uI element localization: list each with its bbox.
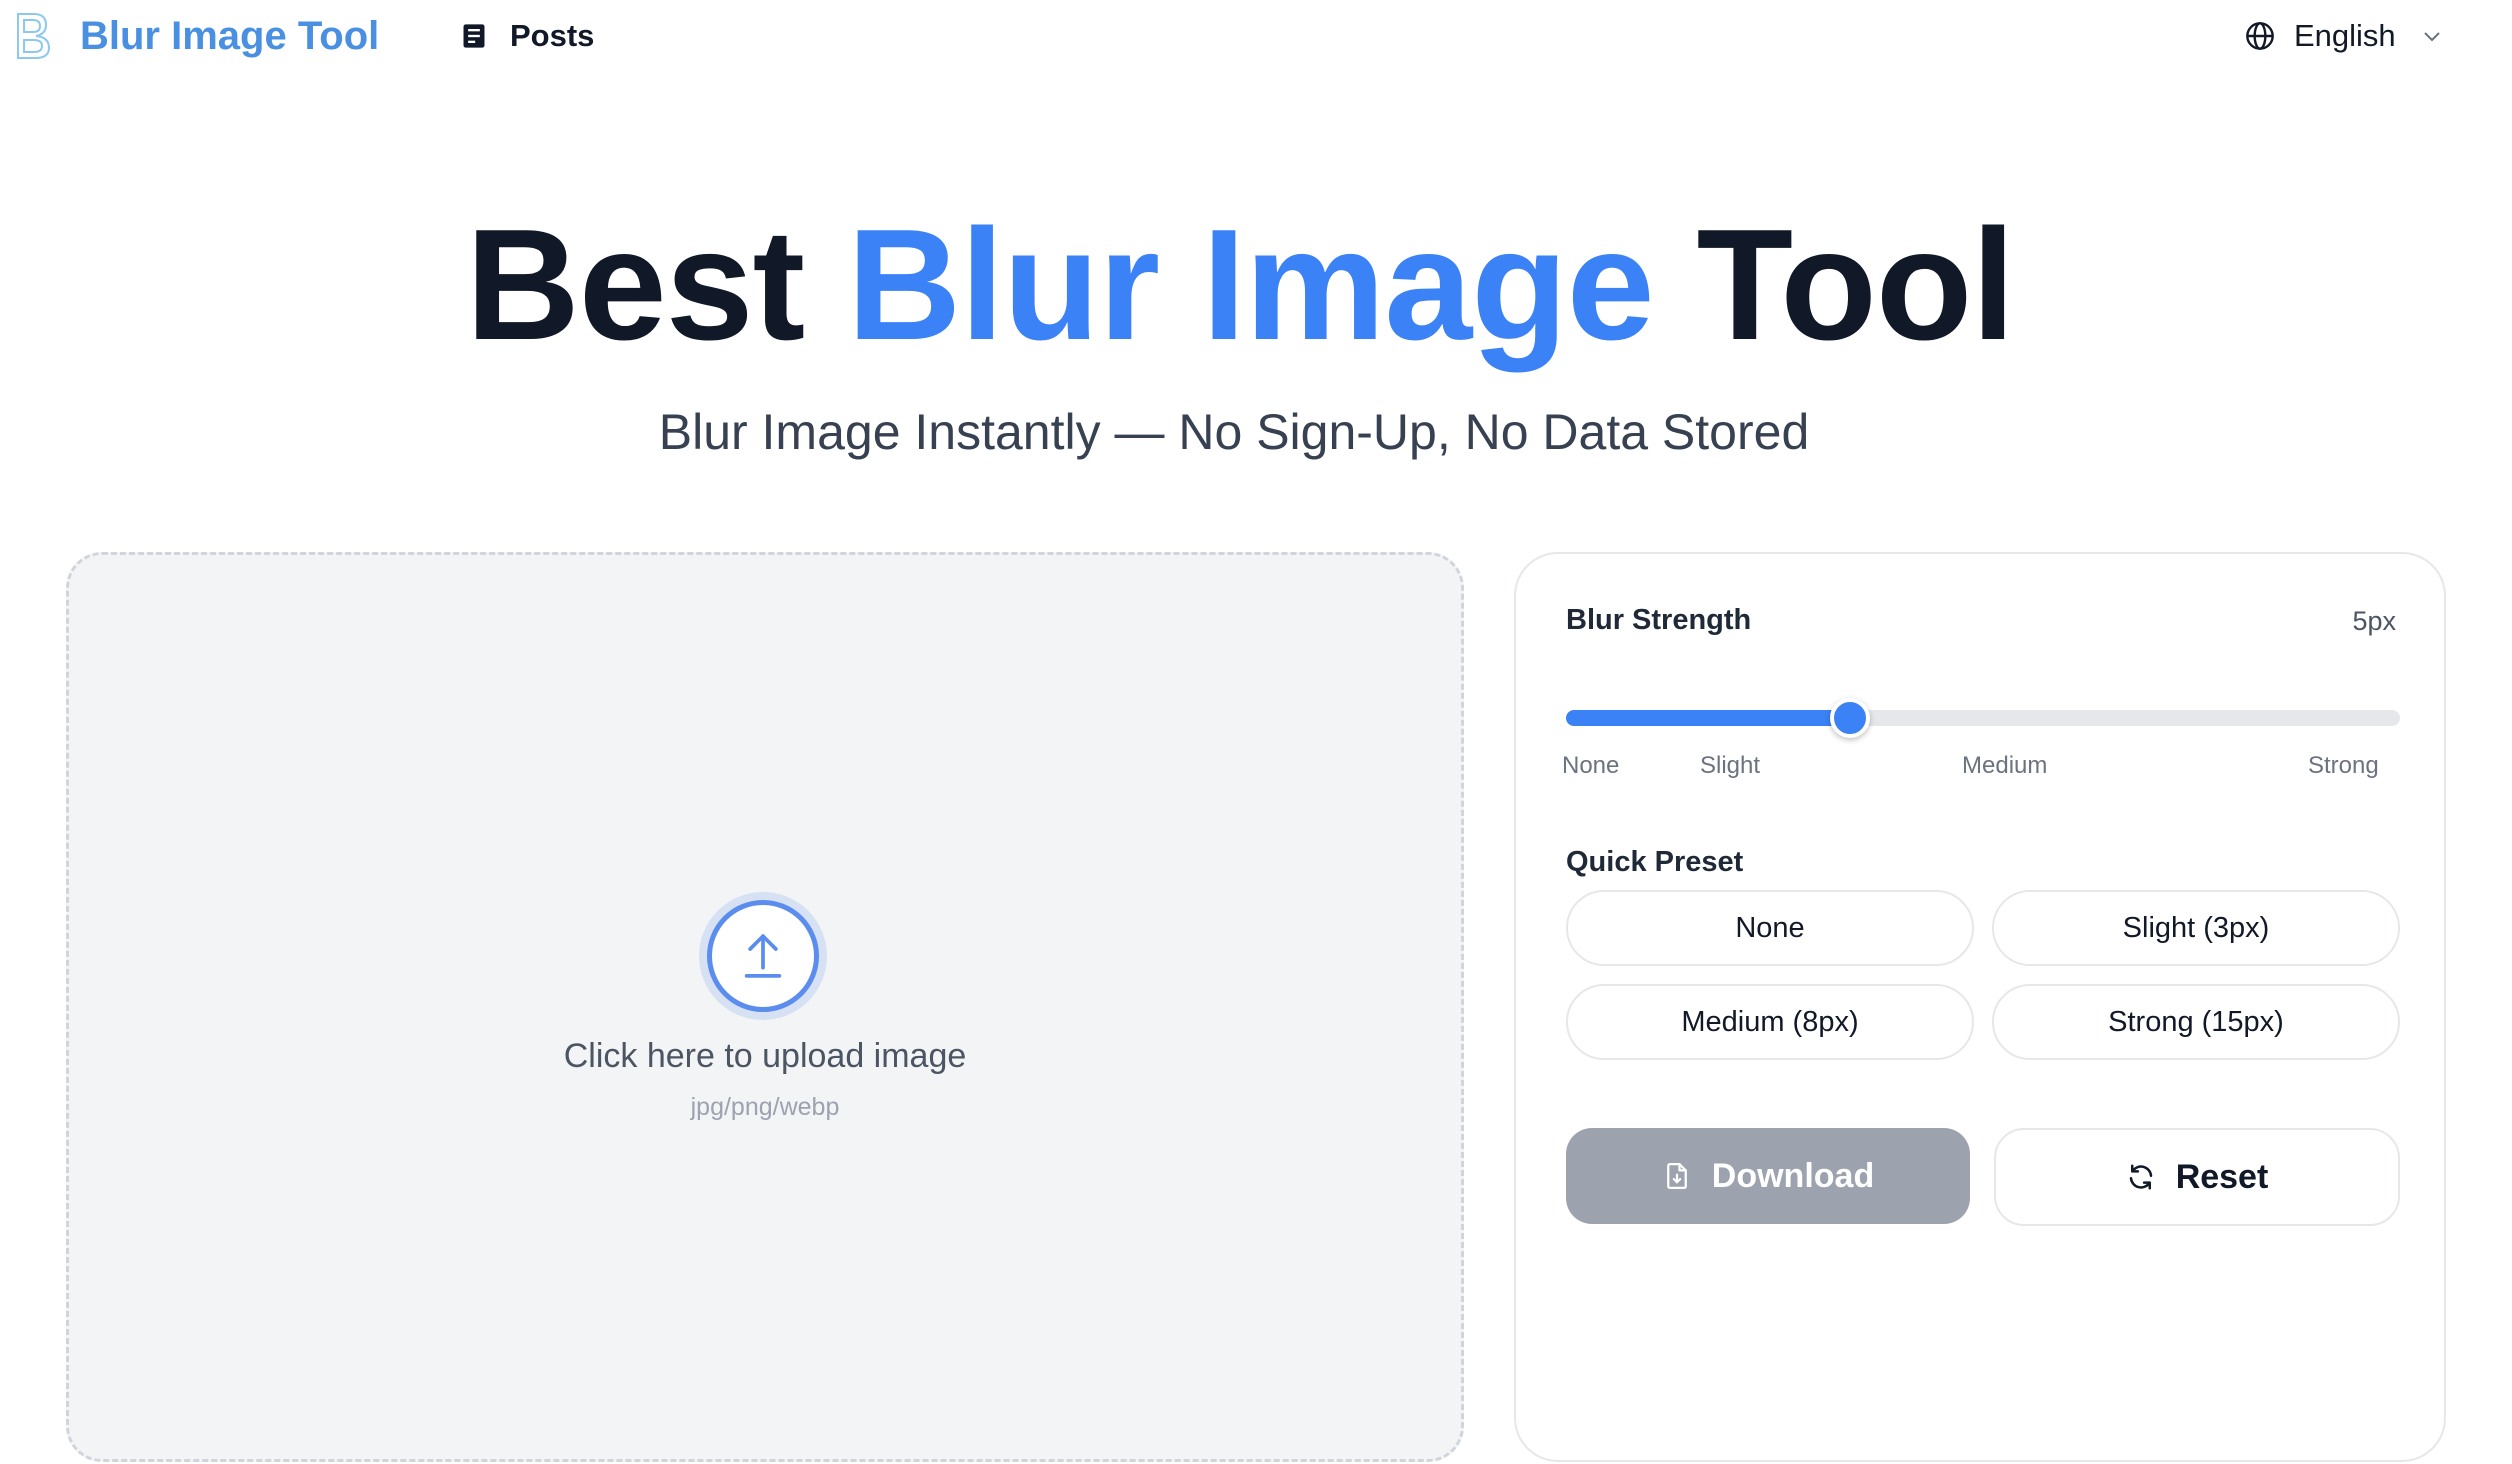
file-download-icon <box>1666 1163 1687 1189</box>
slider-tick-slight: Slight <box>1700 752 1761 779</box>
reset-button[interactable]: Reset <box>1994 1128 2400 1226</box>
page-subtitle: Blur Image Instantly — No Sign-Up, No Da… <box>658 404 1810 460</box>
logo-icon <box>17 13 51 59</box>
globe-icon <box>2246 22 2274 50</box>
blur-strength-value: 5px <box>2352 606 2396 636</box>
upload-title: Click here to upload image <box>563 1037 967 1075</box>
title-tail: Tool <box>1696 197 2016 373</box>
preset-medium-button[interactable]: Medium (8px) <box>1566 984 1974 1060</box>
upload-format-hint: jpg/png/webp <box>690 1093 840 1121</box>
document-icon <box>463 24 485 48</box>
refresh-icon <box>2129 1164 2152 1190</box>
title-lead: Best <box>465 197 805 373</box>
language-selector[interactable]: English <box>2244 18 2444 54</box>
page-title: Best Blur Image Tool <box>0 195 2480 375</box>
blur-strength-slider[interactable] <box>1566 694 2400 738</box>
nav-posts-label: Posts <box>510 18 595 53</box>
slider-tick-strong: Strong <box>2308 752 2379 779</box>
logo-link[interactable]: Blur Image Tool <box>14 10 379 62</box>
title-accent: Blur Image <box>847 197 1655 373</box>
upload-icon <box>744 934 782 978</box>
upload-button[interactable] <box>707 900 819 1012</box>
download-button[interactable]: Download <box>1566 1128 1970 1224</box>
nav-posts-link[interactable]: Posts <box>460 18 594 54</box>
language-label: English <box>2294 18 2396 53</box>
preset-strong-button[interactable]: Strong (15px) <box>1992 984 2400 1060</box>
blur-strength-label: Blur Strength <box>1566 604 1752 636</box>
reset-label: Reset <box>2175 1157 2269 1196</box>
preset-slight-button[interactable]: Slight (3px) <box>1992 890 2400 966</box>
top-nav: Blur Image Tool Posts English <box>0 0 2512 74</box>
quick-preset-label: Quick Preset <box>1566 846 1744 878</box>
slider-tick-none: None <box>1562 752 1620 779</box>
controls-panel: Blur Strength 5px None Slight Medium Str… <box>1514 552 2446 1462</box>
logo-text: Blur Image Tool <box>80 13 380 58</box>
download-label: Download <box>1711 1156 1875 1195</box>
page: Blur Image Tool Posts English Best Blur … <box>0 0 2512 1464</box>
upload-dropzone[interactable]: Click here to upload image jpg/png/webp <box>66 552 1464 1462</box>
slider-tick-medium: Medium <box>1962 752 2048 779</box>
preset-none-button[interactable]: None <box>1566 890 1974 966</box>
slider-thumb[interactable] <box>1829 698 1870 738</box>
chevron-down-icon <box>2423 32 2440 42</box>
slider-fill <box>1566 710 1850 726</box>
